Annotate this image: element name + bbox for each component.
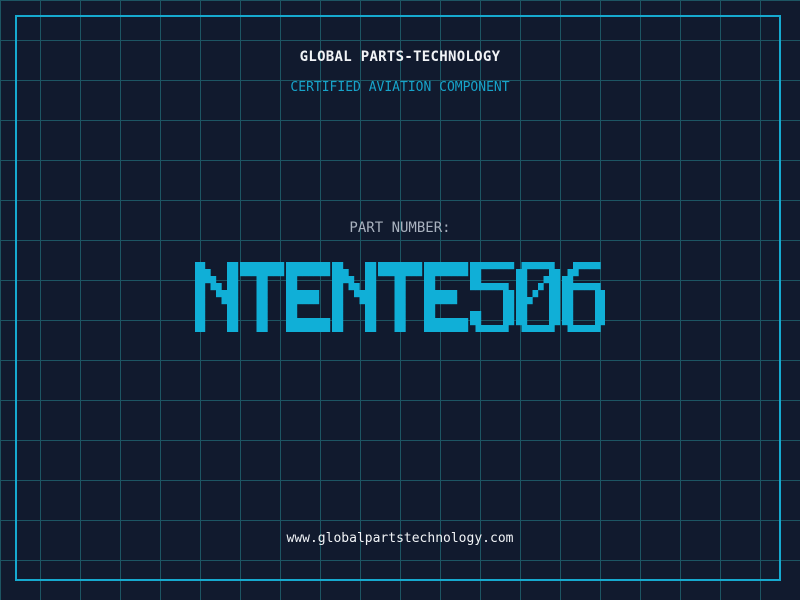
part-number-glyph	[562, 262, 605, 332]
part-number-glyph	[195, 262, 239, 332]
part-number-label: PART NUMBER:	[349, 220, 451, 236]
part-number-glyph	[424, 262, 469, 332]
part-number-glyph	[470, 262, 515, 332]
part-number-glyph	[240, 262, 285, 332]
part-number-glyph	[378, 262, 423, 332]
certificate-canvas: GLOBAL PARTS-TECHNOLOGY CERTIFIED AVIATI…	[0, 0, 800, 600]
subtitle: CERTIFIED AVIATION COMPONENT	[290, 80, 510, 95]
part-number-glyph	[286, 262, 331, 332]
part-number-glyph	[332, 262, 377, 332]
pixel-part-number	[195, 262, 605, 332]
part-number-glyph	[516, 262, 561, 332]
company-name: GLOBAL PARTS-TECHNOLOGY	[299, 49, 501, 65]
part-number-value	[0, 262, 800, 338]
website-url: www.globalpartstechnology.com	[286, 531, 514, 546]
